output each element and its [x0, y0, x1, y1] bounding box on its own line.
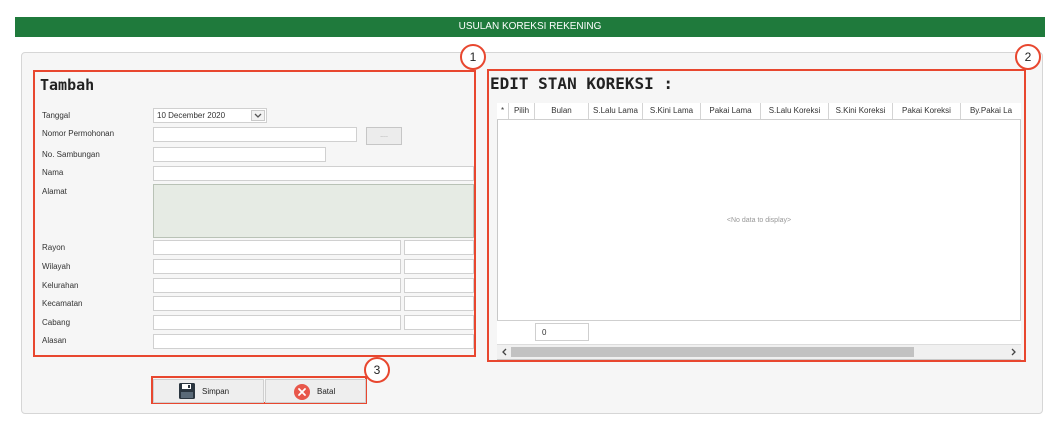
kelurahan-label: Kelurahan: [42, 281, 79, 290]
scroll-right-icon[interactable]: [1007, 345, 1019, 359]
column-header-s-lalu-koreksi[interactable]: S.Lalu Koreksi: [761, 103, 829, 119]
window-title-bar: USULAN KOREKSI REKENING: [15, 17, 1045, 37]
column-header-pakai-koreksi[interactable]: Pakai Koreksi: [893, 103, 961, 119]
kelurahan-code-input[interactable]: [153, 278, 401, 293]
footer-total-value: 0: [535, 323, 589, 341]
empty-grid-message: <No data to display>: [726, 217, 792, 224]
column-header-s-kini-koreksi[interactable]: S.Kini Koreksi: [829, 103, 893, 119]
column-header-pilih[interactable]: Pilih: [509, 103, 535, 119]
lookup-button-label: ....: [380, 132, 388, 139]
scrollbar-thumb[interactable]: [511, 347, 914, 357]
cancel-button[interactable]: Batal: [265, 379, 366, 403]
cancel-button-label: Batal: [317, 387, 336, 396]
nomor-permohonan-input[interactable]: [153, 127, 357, 142]
cancel-icon: [294, 384, 310, 400]
rayon-name-input[interactable]: [404, 240, 474, 255]
column-header-pakai-lama[interactable]: Pakai Lama: [701, 103, 761, 119]
nama-input[interactable]: [153, 166, 474, 181]
no-sambungan-label: No. Sambungan: [42, 150, 100, 159]
alasan-label: Alasan: [42, 336, 67, 345]
footer-total-text: 0: [542, 328, 547, 337]
cabang-name-input[interactable]: [404, 315, 474, 330]
annotation-marker-2: 2: [1015, 44, 1041, 70]
cabang-label: Cabang: [42, 318, 71, 327]
rayon-label: Rayon: [42, 243, 66, 252]
dropdown-button[interactable]: [251, 110, 265, 121]
rayon-code-input[interactable]: [153, 240, 401, 255]
floppy-disk-icon: [179, 383, 195, 399]
kecamatan-name-input[interactable]: [404, 296, 474, 311]
scroll-left-icon[interactable]: [499, 345, 511, 359]
lookup-button[interactable]: ....: [366, 127, 402, 145]
alasan-input[interactable]: [153, 334, 474, 349]
nomor-permohonan-label: Nomor Permohonan: [42, 129, 115, 138]
kecamatan-label: Kecamatan: [42, 299, 83, 308]
grid-heading: EDIT STAN KOREKSI :: [490, 74, 674, 93]
no-sambungan-input[interactable]: [153, 147, 326, 162]
cabang-code-input[interactable]: [153, 315, 401, 330]
annotation-marker-1: 1: [460, 44, 486, 70]
window-title: USULAN KOREKSI REKENING: [458, 21, 602, 32]
save-button[interactable]: Simpan: [153, 379, 264, 403]
column-header-s-lalu-lama[interactable]: S.Lalu Lama: [589, 103, 643, 119]
column-header-bulan[interactable]: Bulan: [535, 103, 589, 119]
column-header-s-kini-lama[interactable]: S.Kini Lama: [643, 103, 701, 119]
tanggal-value: 10 December 2020: [157, 111, 226, 120]
wilayah-code-input[interactable]: [153, 259, 401, 274]
nama-label: Nama: [42, 168, 64, 177]
column-header-by-pakai-lama[interactable]: By.Pakai La: [961, 103, 1021, 119]
grid-header-row: * Pilih Bulan S.Lalu Lama S.Kini Lama Pa…: [497, 103, 1021, 120]
chevron-down-icon: [254, 113, 262, 118]
form-heading: Tambah: [40, 76, 95, 94]
save-button-label: Simpan: [202, 387, 230, 396]
wilayah-name-input[interactable]: [404, 259, 474, 274]
alamat-textarea[interactable]: [153, 184, 474, 238]
wilayah-label: Wilayah: [42, 262, 71, 271]
horizontal-scrollbar[interactable]: [497, 344, 1021, 359]
alamat-label: Alamat: [42, 187, 67, 196]
tanggal-date-picker[interactable]: 10 December 2020: [153, 108, 267, 123]
grid-footer-row: 0: [497, 320, 1021, 344]
kelurahan-name-input[interactable]: [404, 278, 474, 293]
annotation-marker-3: 3: [364, 357, 390, 383]
column-header-indicator[interactable]: *: [497, 103, 509, 119]
tanggal-label: Tanggal: [42, 111, 71, 120]
kecamatan-code-input[interactable]: [153, 296, 401, 311]
